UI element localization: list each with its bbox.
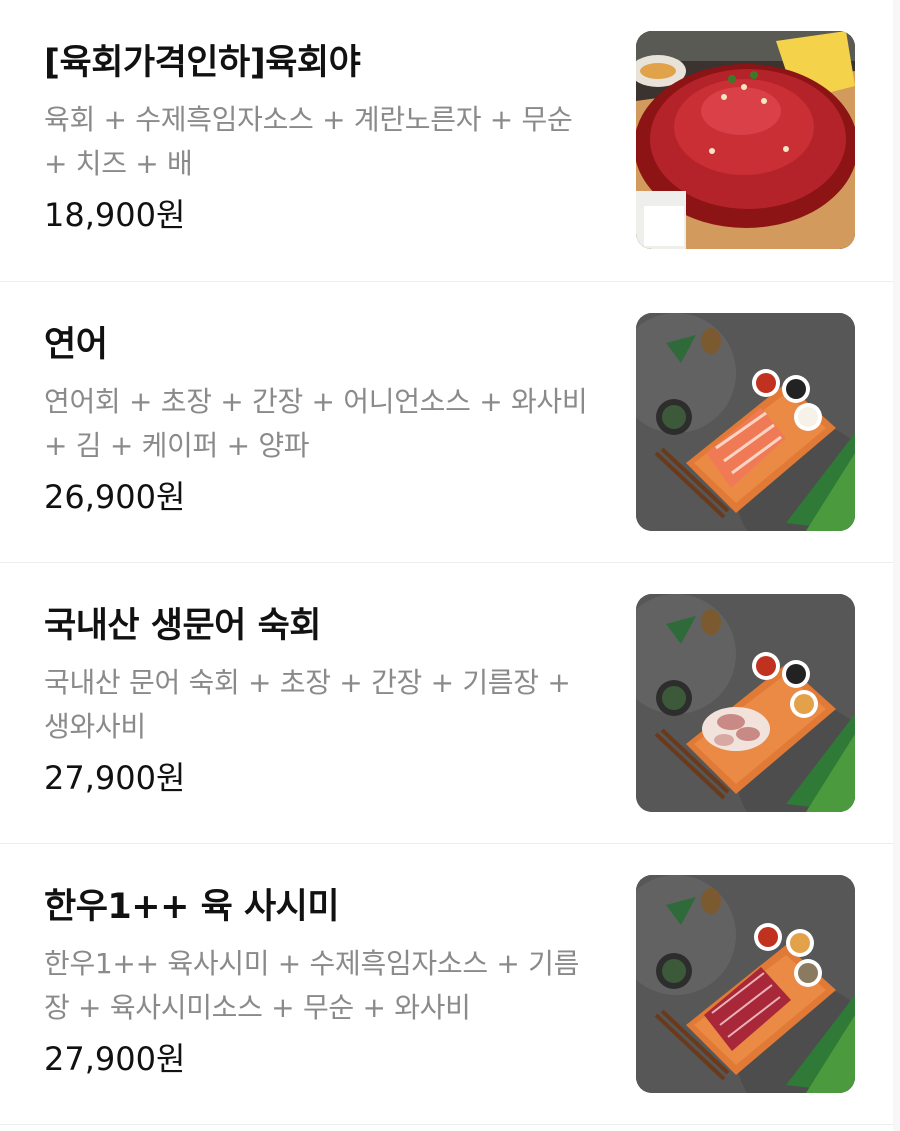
menu-item-description-line: 한우1++ 육사시미 + 수제흑임자소스 + 기름	[44, 947, 580, 980]
menu-item-name: [육회가격인하]육회야	[44, 43, 361, 83]
menu-item-description-line: 연어회 + 초장 + 간장 + 어니언소스 + 와사비	[44, 385, 588, 418]
menu-item-description-line: + 김 + 케이퍼 + 양파	[44, 429, 310, 462]
menu-item-name: 국내산 생문어 숙회	[44, 606, 321, 646]
menu-item-description-line: 생와사비	[44, 710, 146, 743]
menu-item-description: 국내산 문어 숙회 + 초장 + 간장 + 기름장 + 생와사비	[44, 661, 609, 749]
beef-sashimi-platter-photo[interactable]	[636, 875, 855, 1093]
octopus-platter-photo[interactable]	[636, 594, 855, 812]
menu-item-price: 27,900원	[44, 1040, 186, 1078]
menu-list: [육회가격인하]육회야 육회 + 수제흑임자소스 + 계란노른자 + 무순 + …	[0, 0, 900, 1131]
menu-item-beef-sashimi[interactable]: 한우1++ 육 사시미 한우1++ 육사시미 + 수제흑임자소스 + 기름 장 …	[0, 844, 900, 1125]
menu-item-description-line: 국내산 문어 숙회 + 초장 + 간장 + 기름장 +	[44, 666, 571, 699]
menu-item-name: 한우1++ 육 사시미	[44, 887, 340, 927]
menu-item-price: 18,900원	[44, 196, 186, 234]
menu-item-description-line: 장 + 육사시미소스 + 무순 + 와사비	[44, 991, 471, 1024]
salmon-platter-photo-icon	[636, 313, 855, 531]
menu-item-description: 연어회 + 초장 + 간장 + 어니언소스 + 와사비 + 김 + 케이퍼 + …	[44, 380, 609, 468]
yukhoe-photo-icon	[636, 31, 855, 249]
salmon-platter-photo[interactable]	[636, 313, 855, 531]
menu-item-name: 연어	[44, 325, 108, 365]
menu-item-description-line: 육회 + 수제흑임자소스 + 계란노른자 + 무순	[44, 103, 573, 136]
beef-sashimi-platter-photo-icon	[636, 875, 855, 1093]
menu-item-octopus[interactable]: 국내산 생문어 숙회 국내산 문어 숙회 + 초장 + 간장 + 기름장 + 생…	[0, 563, 900, 844]
menu-item-yukhoe[interactable]: [육회가격인하]육회야 육회 + 수제흑임자소스 + 계란노른자 + 무순 + …	[0, 0, 900, 282]
menu-item-price: 27,900원	[44, 759, 186, 797]
menu-item-text: 한우1++ 육 사시미 한우1++ 육사시미 + 수제흑임자소스 + 기름 장 …	[44, 884, 609, 1082]
menu-item-description: 육회 + 수제흑임자소스 + 계란노른자 + 무순 + 치즈 + 배	[44, 98, 609, 186]
menu-item-text: 국내산 생문어 숙회 국내산 문어 숙회 + 초장 + 간장 + 기름장 + 생…	[44, 603, 609, 801]
scroll-edge	[893, 0, 900, 1131]
menu-item-price: 26,900원	[44, 478, 186, 516]
menu-item-description-line: + 치즈 + 배	[44, 147, 193, 180]
menu-item-salmon[interactable]: 연어 연어회 + 초장 + 간장 + 어니언소스 + 와사비 + 김 + 케이퍼…	[0, 282, 900, 563]
yukhoe-photo[interactable]	[636, 31, 855, 249]
octopus-platter-photo-icon	[636, 594, 855, 812]
menu-item-text: [육회가격인하]육회야 육회 + 수제흑임자소스 + 계란노른자 + 무순 + …	[44, 40, 609, 238]
menu-item-text: 연어 연어회 + 초장 + 간장 + 어니언소스 + 와사비 + 김 + 케이퍼…	[44, 322, 609, 520]
menu-item-description: 한우1++ 육사시미 + 수제흑임자소스 + 기름 장 + 육사시미소스 + 무…	[44, 942, 609, 1030]
